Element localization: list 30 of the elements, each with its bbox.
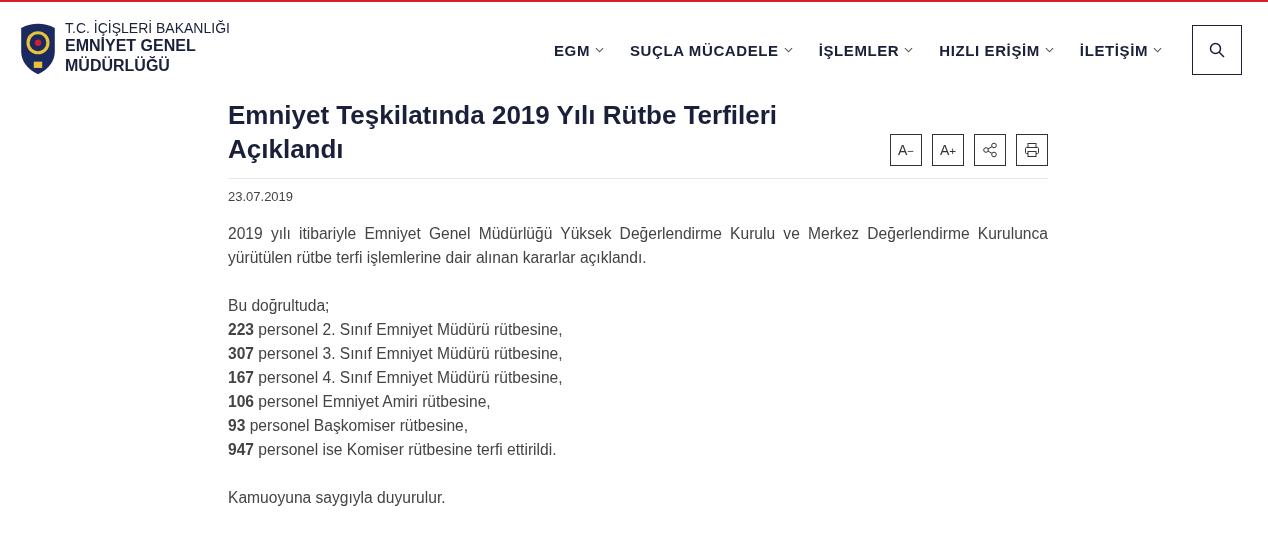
caret-icon bbox=[1153, 47, 1162, 53]
body-text: 106 personel Emniyet Amiri rütbesine, bbox=[228, 392, 492, 412]
nav-menu-item[interactable]: İŞLEMLER bbox=[818, 41, 914, 59]
article-title: Emniyet Teşkilatında 2019 Yılı Rütbe Terfileri Açıklandı bbox=[228, 99, 779, 166]
print-icon bbox=[1024, 142, 1040, 158]
caret-icon bbox=[783, 47, 793, 53]
body-text: Kamuoyuna saygıyla duyurulur. bbox=[228, 488, 447, 508]
search-button[interactable] bbox=[1192, 25, 1242, 75]
caret-icon bbox=[1044, 47, 1054, 53]
caret-icon bbox=[595, 47, 604, 53]
body-text: 167 personel 4. Sınıf Emniyet Müdürü rütbesine, bbox=[228, 368, 564, 388]
agency-name: MÜDÜRLÜĞÜ bbox=[65, 56, 171, 76]
body-text: 93 personel Başkomiser rütbesine, bbox=[228, 416, 470, 436]
share-icon bbox=[982, 142, 998, 158]
body-text: 2019 yılı itibariyle Emniyet Genel Müdürlüğü Yüksek Değerlendirme Kurulu ve Merkez Değerlendirme Kurulunca yürütülen rütbe terfi işlemlerine dair alınan kararlar açıklandı. bbox=[228, 224, 1048, 268]
body-text: Bu doğrultuda; bbox=[228, 296, 331, 316]
nav-menu-item[interactable]: SUÇLA MÜCADELE bbox=[630, 41, 793, 59]
search-icon bbox=[1209, 42, 1225, 58]
body-text: 223 personel 2. Sınıf Emniyet Müdürü rütbesine, bbox=[228, 320, 564, 340]
caret-icon bbox=[904, 47, 914, 53]
agency-name: EMNİYET GENEL bbox=[65, 36, 197, 56]
ministry-name: T.C. İÇİŞLERİ BAKANLIĞI bbox=[65, 20, 230, 36]
print-button[interactable] bbox=[1016, 134, 1048, 166]
article-date: 23.07.2019 bbox=[228, 189, 295, 204]
share-button[interactable] bbox=[974, 134, 1006, 166]
body-text: 947 personel ise Komiser rütbesine terfi ettirildi. bbox=[228, 440, 558, 460]
nav-menu-item[interactable]: İLETİŞİM bbox=[1079, 41, 1162, 59]
body-text: 307 personel 3. Sınıf Emniyet Müdürü rütbesine, bbox=[228, 344, 564, 364]
nav-menu-item[interactable]: EGM bbox=[554, 41, 604, 59]
nav-menu-item[interactable]: HIZLI ERİŞİM bbox=[939, 41, 1054, 59]
